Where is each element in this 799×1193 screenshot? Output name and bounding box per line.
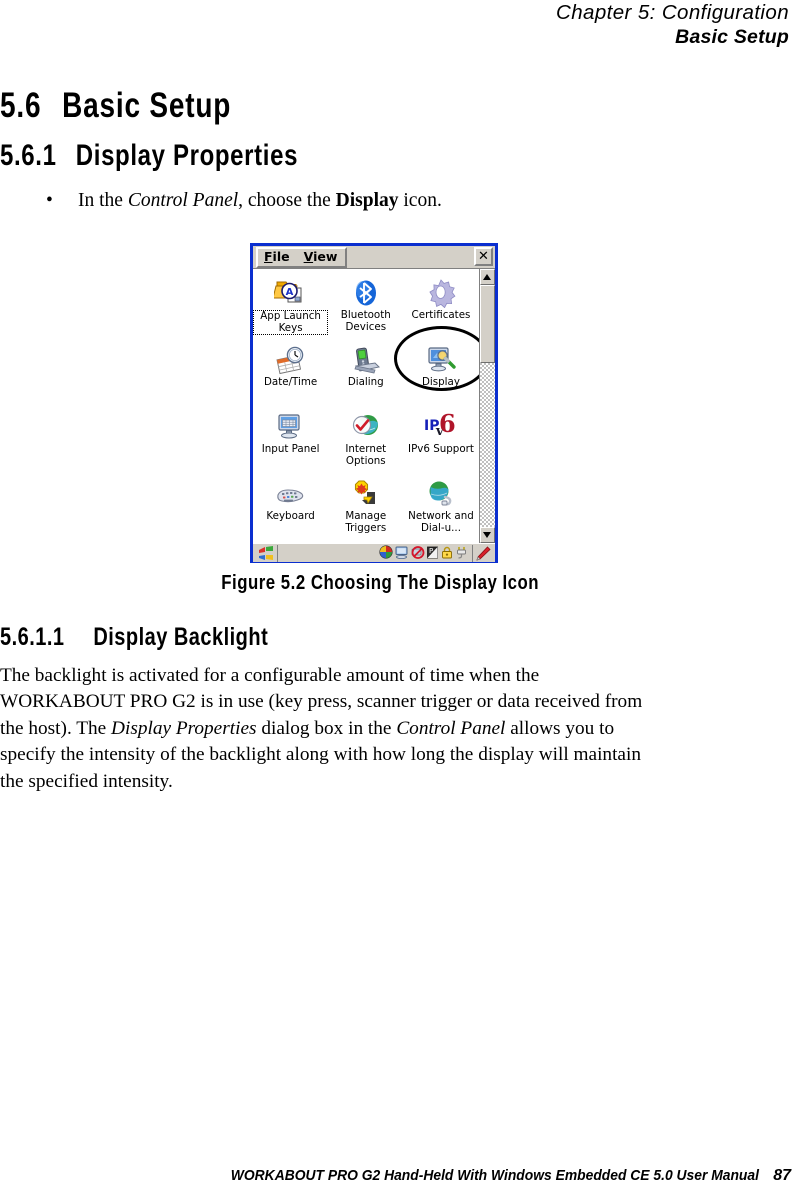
cp-item-date-time[interactable]: Date/Time bbox=[253, 340, 328, 407]
cp-label: Manage Triggers bbox=[345, 510, 387, 534]
bullet-italic-control-panel: Control Panel bbox=[127, 190, 239, 211]
power-plug-icon[interactable] bbox=[455, 544, 469, 563]
svg-text:6: 6 bbox=[439, 412, 456, 438]
paragraph-line-5: the specified intensity. bbox=[0, 770, 173, 792]
battery-icon[interactable]: P bbox=[427, 544, 439, 563]
cp-item-dialing[interactable]: Dialing bbox=[328, 340, 403, 407]
close-icon[interactable]: ✕ bbox=[474, 247, 493, 266]
cp-item-network-and-dialup[interactable]: Network and Dial-u... bbox=[403, 474, 478, 541]
paragraph-line-3: the host). The Display Properties dialog… bbox=[0, 716, 760, 742]
paragraph-line-3-b: dialog box in the bbox=[256, 717, 397, 739]
heading-5-6-1-text: Display Properties bbox=[75, 139, 299, 172]
paragraph-italic-control-panel: Control Panel bbox=[396, 717, 506, 739]
system-tray: P bbox=[379, 544, 469, 563]
cp-item-keyboard[interactable]: Keyboard bbox=[253, 474, 328, 541]
bullet-marker: • bbox=[46, 190, 53, 211]
no-connection-icon[interactable] bbox=[411, 544, 425, 563]
cp-item-bluetooth-devices[interactable]: Bluetooth Devices bbox=[328, 273, 403, 340]
heading-5-6-1-1-text: Display Backlight bbox=[93, 623, 269, 651]
manage-triggers-icon bbox=[350, 477, 382, 509]
bluetooth-devices-icon bbox=[351, 276, 381, 308]
dialing-icon bbox=[350, 343, 382, 375]
bullet-text-1: In the bbox=[78, 190, 128, 211]
bullet-item-display: • In the Control Panel, choose the Displa… bbox=[46, 188, 442, 214]
input-panel-icon bbox=[275, 410, 307, 442]
cp-label: IPv6 Support bbox=[408, 443, 474, 455]
cp-label: Date/Time bbox=[263, 376, 318, 388]
heading-5-6-1-number: 5.6.1 bbox=[0, 139, 57, 172]
desktop-monitor-icon[interactable] bbox=[395, 544, 409, 563]
window-titlebar: File View ✕ bbox=[253, 246, 495, 268]
cp-item-display[interactable]: Display bbox=[403, 340, 478, 407]
bullet-text-2: , choose the bbox=[238, 190, 336, 211]
ipv6-support-icon: IP v 6 bbox=[422, 410, 460, 442]
bullet-bold-display: Display bbox=[335, 190, 399, 211]
svg-text:P: P bbox=[429, 547, 433, 555]
running-head: Chapter 5: Configuration Basic Setup bbox=[556, 0, 789, 49]
certificates-icon bbox=[426, 276, 456, 308]
window-body: A App Launch Keys Bluetooth Devices Cert… bbox=[253, 268, 495, 543]
footer-text: WORKABOUT PRO G2 Hand-Held With Windows … bbox=[231, 1168, 760, 1184]
figure-caption: Figure 5.2 Choosing The Display Icon bbox=[0, 572, 760, 595]
body-paragraph: The backlight is activated for a configu… bbox=[0, 663, 760, 795]
cp-label: Network and Dial-u... bbox=[408, 510, 474, 534]
network-dialup-icon bbox=[425, 477, 457, 509]
cp-label: Input Panel bbox=[261, 443, 320, 455]
menu-view[interactable]: View bbox=[304, 251, 338, 264]
heading-5-6: 5.6 Basic Setup bbox=[0, 86, 231, 126]
paragraph-line-2: WORKABOUT PRO G2 is in use (key press, s… bbox=[0, 691, 643, 713]
svg-text:A: A bbox=[285, 287, 293, 298]
cp-item-internet-options[interactable]: Internet Options bbox=[328, 407, 403, 474]
scrollbar-thumb[interactable] bbox=[479, 285, 495, 363]
cp-label: App Launch Keys bbox=[253, 310, 329, 336]
cp-label: Keyboard bbox=[266, 510, 315, 522]
paragraph-italic-display-properties: Display Properties bbox=[111, 717, 257, 739]
heading-5-6-1-1-number: 5.6.1.1 bbox=[0, 623, 65, 651]
heading-5-6-number: 5.6 bbox=[0, 86, 42, 125]
color-palette-icon[interactable] bbox=[379, 544, 393, 563]
stylus-pen-icon[interactable] bbox=[472, 544, 492, 562]
icon-grid-area: A App Launch Keys Bluetooth Devices Cert… bbox=[253, 269, 479, 543]
heading-5-6-1: 5.6.1 Display Properties bbox=[0, 139, 298, 173]
heading-5-6-1-1: 5.6.1.1 Display Backlight bbox=[0, 623, 268, 652]
cp-label: Bluetooth Devices bbox=[340, 309, 391, 333]
paragraph-line-3-a: the host). The bbox=[0, 717, 112, 739]
cp-item-input-panel[interactable]: Input Panel bbox=[253, 407, 328, 474]
menu-bar: File View bbox=[256, 247, 348, 268]
scroll-up-icon[interactable] bbox=[479, 269, 495, 285]
windows-start-icon[interactable] bbox=[254, 544, 278, 562]
scrollbar-track[interactable] bbox=[479, 285, 495, 527]
page-footer: WORKABOUT PRO G2 Hand-Held With Windows … bbox=[0, 1167, 799, 1185]
keyboard-icon bbox=[274, 477, 308, 509]
page-number: 87 bbox=[773, 1167, 791, 1184]
internet-options-icon bbox=[350, 410, 382, 442]
scroll-down-icon[interactable] bbox=[479, 527, 495, 543]
cp-item-manage-triggers[interactable]: Manage Triggers bbox=[328, 474, 403, 541]
cp-item-ipv6-support[interactable]: IP v 6 IPv6 Support bbox=[403, 407, 478, 474]
cp-label: Certificates bbox=[411, 309, 471, 321]
running-head-chapter: Chapter 5: Configuration bbox=[556, 1, 789, 24]
heading-5-6-text: Basic Setup bbox=[62, 86, 232, 125]
date-time-icon bbox=[275, 343, 307, 375]
paragraph-line-3-c: allows you to bbox=[505, 717, 615, 739]
vertical-scrollbar[interactable] bbox=[478, 269, 495, 543]
bullet-text-3: icon. bbox=[398, 190, 442, 211]
cp-item-certificates[interactable]: Certificates bbox=[403, 273, 478, 340]
control-panel-window: File View ✕ A App Launch Keys Bluetooth … bbox=[250, 243, 498, 563]
cp-label: Internet Options bbox=[345, 443, 387, 467]
figure-caption-text: Figure 5.2 Choosing The Display Icon bbox=[221, 572, 539, 594]
paragraph-line-4: specify the intensity of the backlight a… bbox=[0, 744, 641, 766]
cp-label: Dialing bbox=[347, 376, 384, 388]
icon-grid: A App Launch Keys Bluetooth Devices Cert… bbox=[253, 273, 479, 541]
cp-label: Display bbox=[421, 376, 460, 388]
cp-item-app-launch-keys[interactable]: A App Launch Keys bbox=[253, 273, 329, 340]
display-icon bbox=[425, 343, 457, 375]
app-launch-keys-icon: A bbox=[273, 276, 308, 308]
taskbar: P bbox=[253, 543, 495, 562]
paragraph-line-1: The backlight is activated for a configu… bbox=[0, 665, 540, 686]
running-head-section: Basic Setup bbox=[675, 26, 789, 48]
lock-icon[interactable] bbox=[441, 544, 453, 563]
menu-file[interactable]: File bbox=[264, 251, 290, 264]
